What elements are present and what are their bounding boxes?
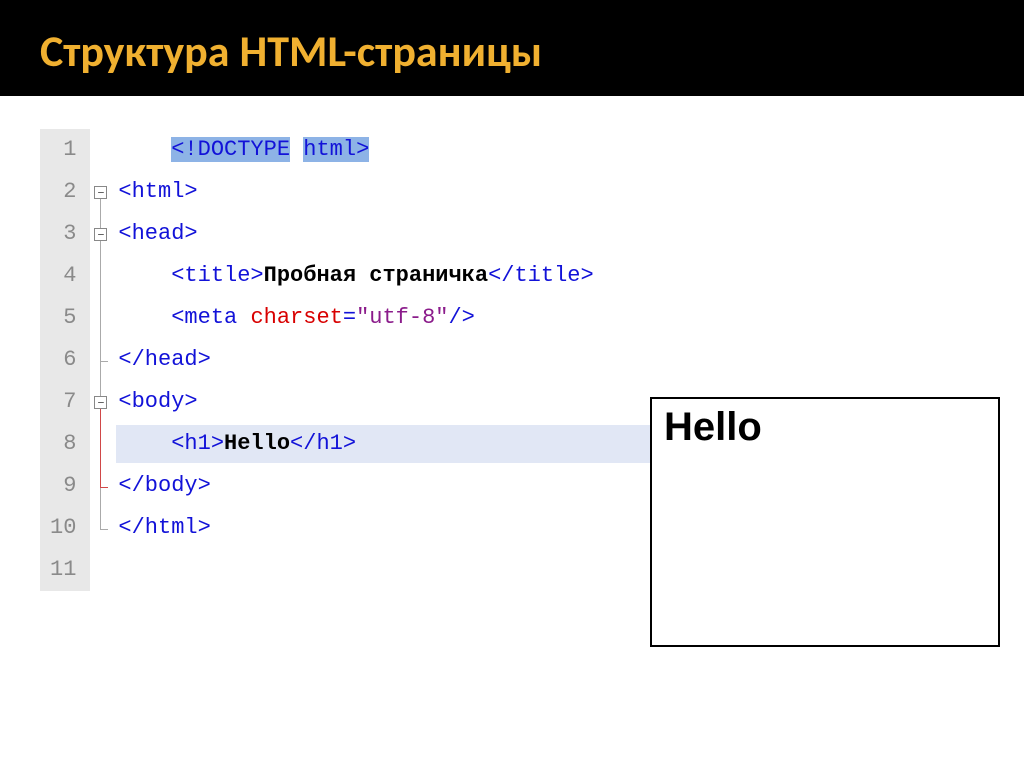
slide-content: 1 2 3 4 5 6 7 8 9 10 11 − − − <!DOCTYPE …: [0, 99, 1024, 621]
line-number: 4: [50, 255, 76, 297]
line-number: 1: [50, 129, 76, 171]
fold-toggle-icon[interactable]: −: [94, 228, 107, 241]
preview-heading: Hello: [664, 405, 986, 450]
code-line: <title>Пробная страничка</title>: [116, 255, 760, 297]
line-number: 5: [50, 297, 76, 339]
code-line: <html>: [116, 171, 760, 213]
line-number: 6: [50, 339, 76, 381]
fold-guide: [100, 409, 101, 487]
line-number: 8: [50, 423, 76, 465]
fold-guide-end: [100, 487, 108, 488]
line-number: 9: [50, 465, 76, 507]
line-number: 11: [50, 549, 76, 591]
slide-header: Структура HTML-страницы: [0, 0, 1024, 99]
code-line: <head>: [116, 213, 760, 255]
line-number-gutter: 1 2 3 4 5 6 7 8 9 10 11: [40, 129, 90, 591]
fold-toggle-icon[interactable]: −: [94, 396, 107, 409]
code-line: <!DOCTYPE html>: [116, 129, 760, 171]
code-line: </head>: [116, 339, 760, 381]
fold-column: − − −: [90, 129, 116, 591]
line-number: 2: [50, 171, 76, 213]
fold-guide-end: [100, 361, 108, 362]
line-number: 3: [50, 213, 76, 255]
line-number: 7: [50, 381, 76, 423]
slide-title: Структура HTML-страницы: [40, 24, 984, 78]
code-line: <meta charset="utf-8"/>: [116, 297, 760, 339]
browser-preview: Hello: [650, 397, 1000, 647]
line-number: 10: [50, 507, 76, 549]
fold-guide-end: [100, 529, 108, 530]
fold-toggle-icon[interactable]: −: [94, 186, 107, 199]
